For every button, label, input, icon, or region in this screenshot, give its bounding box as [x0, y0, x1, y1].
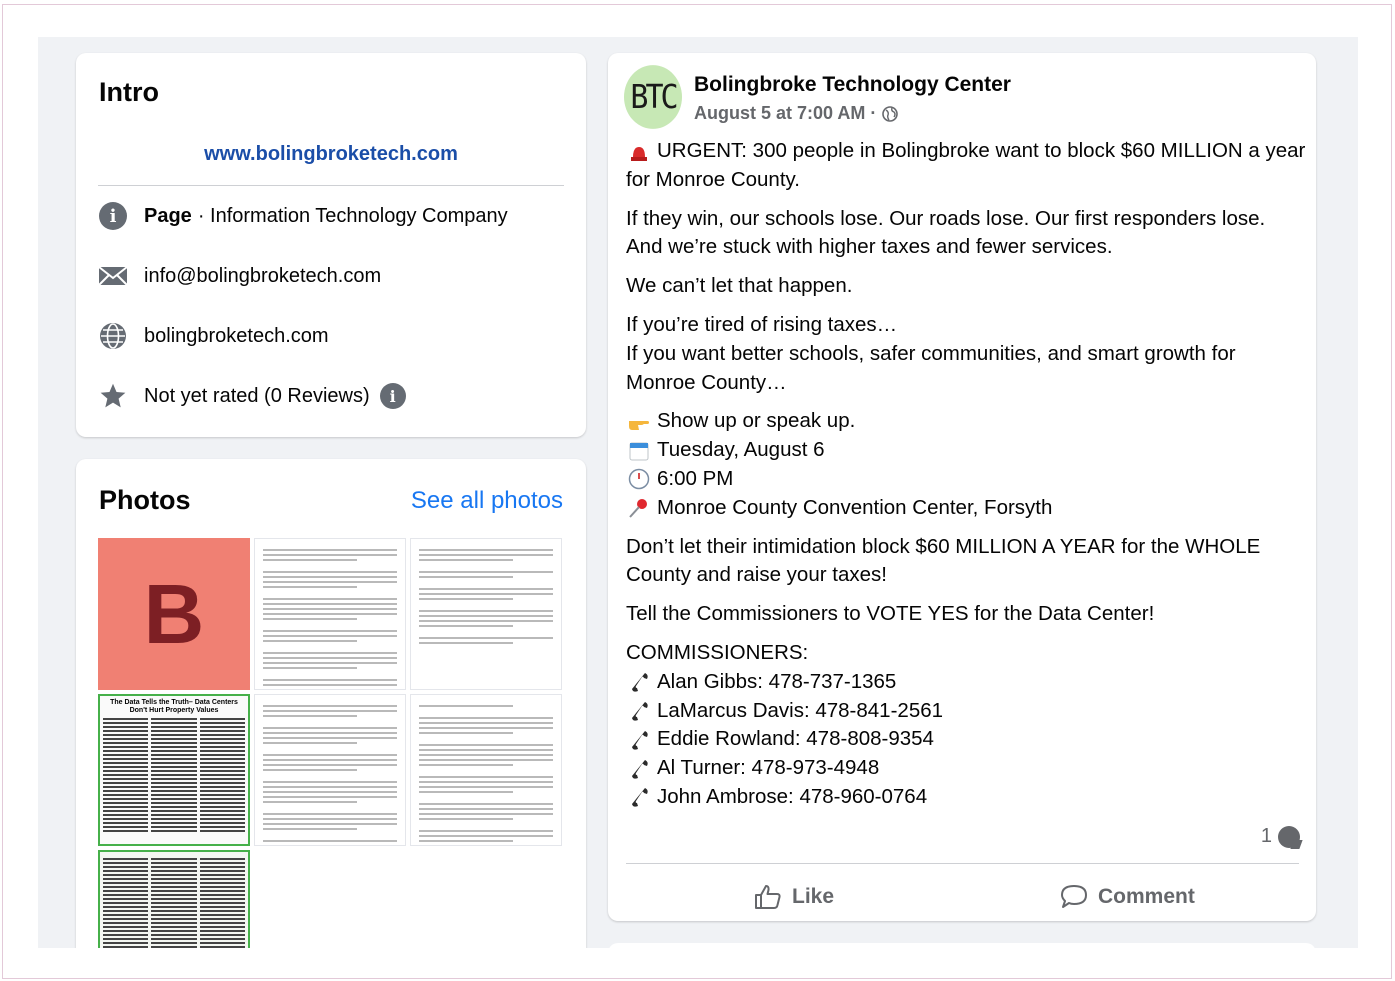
- page-category: · Information Technology Company: [197, 204, 508, 227]
- post-paragraph-6: Don’t let their intimidation block $60 M…: [626, 534, 1261, 587]
- event-time: 6:00 PM: [657, 466, 734, 490]
- comment-count-number: 1: [1260, 825, 1272, 847]
- commissioner-contact: Eddie Rowland: 478-808-9354: [657, 727, 934, 751]
- page-label: Page: [144, 204, 192, 227]
- commissioner-line: Alan Gibbs: 478-737-1365: [626, 668, 1306, 697]
- rating-row: Not yet rated (0 Reviews) i: [98, 379, 568, 413]
- photo-thumbnail-newsletter[interactable]: The Data Tells the Truth– Data Centers D…: [98, 694, 250, 846]
- commissioner-contact: Alan Gibbs: 478-737-1365: [657, 669, 897, 693]
- commissioner-contact: Al Turner: 478-973-4948: [657, 756, 880, 780]
- post-paragraph-1: URGENT: 300 people in Bolingbroke want t…: [626, 139, 1306, 191]
- pointing-hand-icon: [626, 410, 652, 434]
- info-icon: i: [98, 201, 128, 231]
- post-paragraph-3: We can’t let that happen.: [626, 274, 853, 298]
- rating-info-icon[interactable]: i: [379, 383, 406, 409]
- siren-icon: [626, 140, 652, 164]
- photo-thumbnail-document[interactable]: [410, 694, 562, 846]
- commissioner-line: Eddie Rowland: 478-808-9354: [626, 725, 1306, 754]
- post-timestamp[interactable]: August 5 at 7:00 AM ·: [694, 103, 876, 124]
- photo-thumbnail-document[interactable]: [410, 538, 562, 690]
- commissioner-line: LaMarcus Davis: 478-841-2561: [626, 697, 1306, 726]
- like-button[interactable]: Like: [754, 877, 834, 917]
- calendar-icon: [626, 439, 652, 463]
- telephone-receiver-icon: [626, 757, 652, 781]
- photo-thumbnail-document[interactable]: [254, 538, 406, 690]
- photo-thumbnail-document[interactable]: [254, 694, 406, 846]
- website-text-link[interactable]: bolingbroketech.com: [144, 325, 329, 348]
- commissioner-contact: John Ambrose: 478-960-0764: [657, 784, 928, 808]
- comment-bubble-icon: [1278, 825, 1300, 848]
- website-link[interactable]: www.bolingbroketech.com: [76, 143, 586, 166]
- post-card: BTC Bolingbroke Technology Center August…: [608, 53, 1316, 921]
- post-paragraph-4b: If you want better schools, safer commun…: [626, 341, 1236, 394]
- intro-title: Intro: [99, 77, 159, 107]
- event-date: Tuesday, August 6: [657, 438, 825, 462]
- email-row: info@bolingbroketech.com: [98, 259, 568, 293]
- clock-icon: [626, 467, 652, 491]
- comment-button[interactable]: Comment: [1060, 877, 1195, 917]
- logo-letter: B: [143, 566, 205, 661]
- telephone-receiver-icon: [626, 728, 652, 752]
- pushpin-icon: [626, 496, 652, 520]
- comment-icon: [1061, 885, 1087, 908]
- post-author[interactable]: Bolingbroke Technology Center: [694, 73, 1011, 97]
- post-actions-divider: [626, 863, 1299, 864]
- next-post-card-edge: [608, 943, 1316, 948]
- telephone-receiver-icon: [626, 785, 652, 809]
- globe-icon: [98, 321, 128, 351]
- website-row: bolingbroketech.com: [98, 319, 568, 353]
- newsletter-headline: The Data Tells the Truth– Data Centers D…: [110, 699, 238, 714]
- commissioner-line: Al Turner: 478-973-4948: [626, 754, 1306, 783]
- like-label: Like: [792, 885, 835, 908]
- commissioners-label: COMMISSIONERS:: [626, 640, 809, 664]
- comment-label: Comment: [1098, 885, 1195, 908]
- see-all-photos-link[interactable]: See all photos: [411, 487, 563, 515]
- envelope-icon: [98, 261, 128, 291]
- commissioner-line: John Ambrose: 478-960-0764: [626, 783, 1306, 812]
- photos-title: Photos: [99, 485, 191, 515]
- commissioner-contact: LaMarcus Davis: 478-841-2561: [657, 698, 944, 722]
- photos-card: Photos See all photos B The Data Tells t…: [76, 459, 586, 948]
- page-canvas: Intro www.bolingbroketech.com i Page · I…: [38, 37, 1358, 948]
- post-paragraph-4a: If you’re tired of rising taxes…: [626, 312, 898, 336]
- page-category-row: i Page · Information Technology Company: [98, 199, 568, 233]
- photo-thumbnail-newsletter[interactable]: [98, 850, 250, 948]
- telephone-receiver-icon: [626, 699, 652, 723]
- event-action: Show up or speak up.: [657, 409, 856, 433]
- thumbs-up-icon: [755, 885, 781, 909]
- telephone-receiver-icon: [626, 670, 652, 694]
- intro-card: Intro www.bolingbroketech.com i Page · I…: [76, 53, 586, 437]
- email-link[interactable]: info@bolingbroketech.com: [144, 265, 381, 288]
- post-paragraph-2: If they win, our schools lose. Our roads…: [626, 206, 1266, 259]
- photo-thumbnail-logo[interactable]: B: [98, 538, 250, 690]
- post-timestamp-row: August 5 at 7:00 AM ·: [694, 103, 899, 124]
- intro-divider: [98, 185, 564, 186]
- post-paragraph-7: Tell the Commissioners to VOTE YES for t…: [626, 602, 1155, 626]
- public-globe-icon: [882, 105, 899, 122]
- post-body: URGENT: 300 people in Bolingbroke want t…: [626, 137, 1306, 822]
- star-icon: [98, 381, 128, 411]
- rating-text: Not yet rated (0 Reviews): [144, 384, 370, 407]
- comment-count[interactable]: 1: [1261, 825, 1300, 848]
- event-place: Monroe County Convention Center, Forsyth: [657, 495, 1053, 519]
- page-avatar[interactable]: BTC: [624, 65, 682, 129]
